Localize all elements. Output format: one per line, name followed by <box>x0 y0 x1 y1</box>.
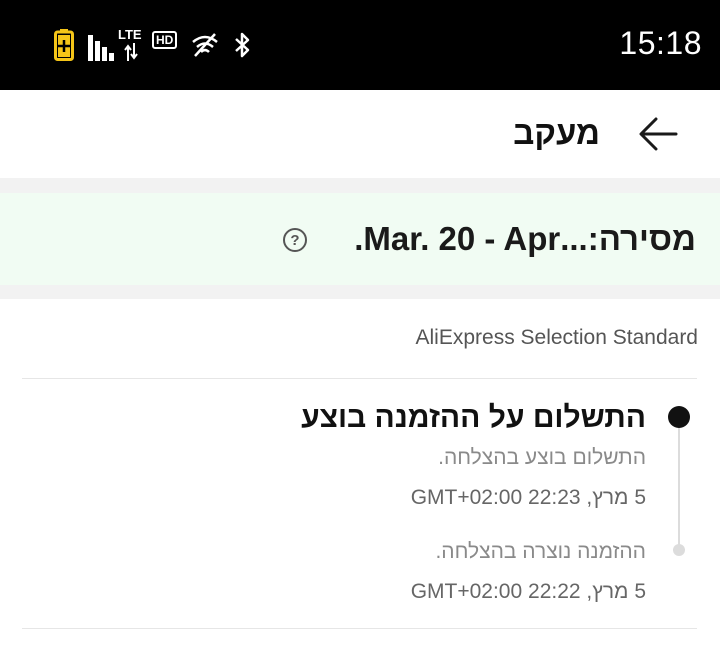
wifi-off-icon <box>192 33 219 57</box>
lte-label: LTE <box>118 27 142 42</box>
hd-badge: HD <box>152 31 178 49</box>
event-description: התשלום בוצע בהצלחה. <box>438 446 646 469</box>
status-bar: LTE HD 15:18 <box>0 0 720 90</box>
tracking-event: התשלום על ההזמנה בוצע <box>301 401 646 435</box>
carrier-name: AliExpress Selection Standard <box>415 326 699 349</box>
bluetooth-icon <box>235 32 250 58</box>
divider <box>22 378 697 379</box>
tracking-event-time: 5 מרץ, 22:23 GMT+02:00 <box>411 486 646 510</box>
event-title: התשלום על ההזמנה בוצע <box>301 401 646 434</box>
timeline-dot-active <box>668 406 690 428</box>
divider <box>22 628 697 629</box>
signal-icon <box>88 35 114 61</box>
help-icon[interactable]: ? <box>283 228 307 252</box>
tracking-event-description: התשלום בוצע בהצלחה. <box>438 446 646 470</box>
event-timestamp: 5 מרץ, 22:23 GMT+02:00 <box>410 486 646 509</box>
data-arrows-icon <box>124 43 138 61</box>
section-gap <box>0 178 720 193</box>
delivery-estimate-banner[interactable]: מסירה:...Mar. 20 - Apr. <box>0 193 720 285</box>
timeline-dot-inactive <box>673 544 685 556</box>
back-button[interactable] <box>636 112 680 156</box>
clock: 15:18 <box>619 25 702 61</box>
page-title: מעקב <box>513 114 600 151</box>
tracking-event-description: ההזמנה נוצרה בהצלחה. <box>435 540 646 564</box>
arrow-left-icon <box>639 117 678 151</box>
tracking-event-time: 5 מרץ, 22:22 GMT+02:00 <box>411 580 646 604</box>
section-gap <box>0 285 720 299</box>
event-timestamp: 5 מרץ, 22:22 GMT+02:00 <box>410 580 646 603</box>
event-description: ההזמנה נוצרה בהצלחה. <box>435 540 646 563</box>
delivery-estimate-text: מסירה:...Mar. 20 - Apr. <box>354 220 696 257</box>
timeline-line <box>678 418 680 548</box>
battery-saver-icon <box>54 29 74 61</box>
signal-group: LTE <box>88 27 142 61</box>
app-header: מעקב <box>0 90 720 178</box>
status-icons: LTE HD <box>54 27 251 62</box>
